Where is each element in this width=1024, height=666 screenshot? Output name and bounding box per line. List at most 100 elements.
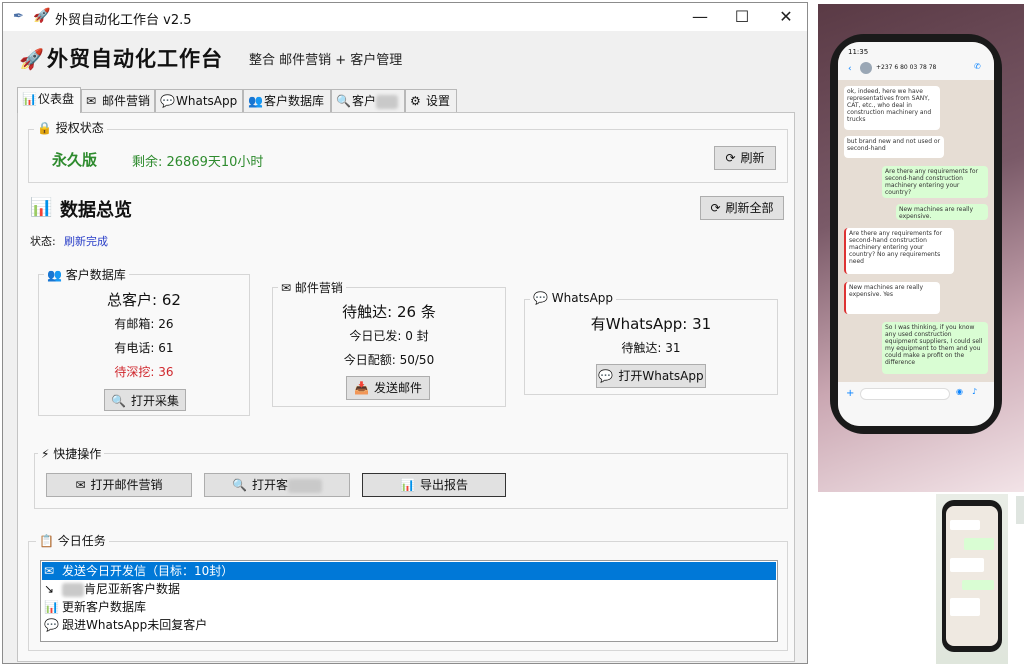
whatsapp-card-label: 💬 WhatsApp xyxy=(530,291,617,305)
phone-call-icon: ✆ xyxy=(974,62,981,71)
whatsapp-screen: 11:35 ‹ +237 6 80 03 78 78 ✆ ok, indeed,… xyxy=(838,42,994,426)
customers-to-mine: 待深挖: 36 xyxy=(114,365,174,379)
quick-actions-label: ⚡ 快捷操作 xyxy=(38,445,105,462)
chat-input-bar: + ◉ ♪ xyxy=(838,382,994,426)
plus-icon: + xyxy=(846,388,855,399)
users-icon: 👥 xyxy=(47,268,62,282)
chart-icon: 📊 xyxy=(400,478,415,492)
customer-db-label: 👥 客户数据库 xyxy=(44,266,129,283)
message-input xyxy=(860,388,950,400)
redacted-blur xyxy=(287,478,322,493)
chart-icon: 📊 xyxy=(44,600,59,614)
close-button[interactable]: ✕ xyxy=(763,3,807,31)
dashboard-panel: 🔒 授权状态 永久版 剩余: 26869天10小时 ⟳ 刷新 📊 数据总览 ⟳ 刷新… xyxy=(17,112,795,662)
phone-thumbnail xyxy=(936,494,1008,664)
chat-icon: 💬 xyxy=(533,291,548,305)
clipboard-icon: 📋 xyxy=(39,534,54,548)
envelope-icon: ✉ xyxy=(86,94,97,108)
refresh-icon: ⟳ xyxy=(710,201,721,215)
license-group-label: 🔒 授权状态 xyxy=(34,119,107,136)
chat-message: Are there any requirements for second-ha… xyxy=(844,228,954,274)
thumbnail-bubble xyxy=(950,598,980,616)
tab-email-marketing[interactable]: ✉ 邮件营销 xyxy=(81,89,155,112)
total-customers: 总客户: 62 xyxy=(107,291,181,309)
microphone-icon: ♪ xyxy=(972,387,978,396)
license-edition: 永久版 xyxy=(52,151,98,169)
tab-settings[interactable]: ⚙ 设置 xyxy=(405,89,457,112)
customers-with-email: 有邮箱: 26 xyxy=(114,317,174,331)
whatsapp-pending: 待触达: 31 xyxy=(621,341,681,355)
back-arrow-icon: ‹ xyxy=(848,64,852,74)
rocket-icon: 🚀 xyxy=(33,8,51,24)
tasks-list[interactable]: ✉ 发送今日开发信（目标：10封） ↘ 肯尼亚新客户数据 📊 更新客户数据库 💬 跟进W… xyxy=(40,560,778,642)
envelope-icon: ✉ xyxy=(281,281,292,295)
email-sent-today: 今日已发: 0 封 xyxy=(349,329,429,343)
search-icon: 🔍 xyxy=(111,394,126,408)
chat-message: Are there any requirements for second-ha… xyxy=(882,166,988,198)
email-pending: 待触达: 26 条 xyxy=(342,303,436,321)
window-title: 外贸自动化工作台 v2.5 xyxy=(55,13,192,28)
tab-whatsapp[interactable]: 💬WhatsApp xyxy=(155,89,243,112)
send-email-button[interactable]: 📥 发送邮件 xyxy=(346,376,430,400)
open-customer-button[interactable]: 🔍 打开客 xyxy=(204,473,350,497)
refresh-icon: ⟳ xyxy=(725,151,736,165)
export-report-button[interactable]: 📊 导出报告 xyxy=(362,473,506,497)
app-window: ✒ 🚀 外贸自动化工作台 v2.5 — ☐ ✕ 🚀 外贸自动化工作台 整合 邮件… xyxy=(2,2,808,664)
email-card-label: ✉ 邮件营销 xyxy=(278,279,346,296)
contact-number: +237 6 80 03 78 78 xyxy=(876,64,937,71)
tab-dashboard[interactable]: 📊仪表盘 xyxy=(17,87,81,113)
camera-icon: ◉ xyxy=(956,387,963,396)
chart-icon: 📊 xyxy=(22,92,37,106)
title-bar: ✒ 🚀 外贸自动化工作台 v2.5 — ☐ ✕ xyxy=(3,3,807,31)
redacted-blur xyxy=(376,94,399,109)
list-item[interactable]: ↘ 肯尼亚新客户数据 xyxy=(42,580,776,598)
license-remaining: 剩余: 26869天10小时 xyxy=(132,155,264,170)
gear-icon: ⚙ xyxy=(410,94,421,108)
chat-message: New machines are really expensive. xyxy=(896,204,988,220)
maximize-button[interactable]: ☐ xyxy=(719,3,765,31)
chat-icon: 💬 xyxy=(160,94,175,108)
inbox-icon: 📥 xyxy=(354,381,369,395)
search-icon: 🔍 xyxy=(232,478,247,492)
lightning-icon: ⚡ xyxy=(41,447,50,461)
tasks-label: 📋 今日任务 xyxy=(36,532,109,549)
tab-customer-search[interactable]: 🔍客户 xyxy=(331,89,405,112)
thumbnail-bubble xyxy=(950,558,984,572)
app-subtitle: 整合 邮件营销 + 客户管理 xyxy=(249,53,403,68)
redacted-blur xyxy=(62,582,84,597)
app-title: 外贸自动化工作台 xyxy=(47,47,223,71)
list-item[interactable]: 💬 跟进WhatsApp未回复客户 xyxy=(42,616,776,634)
list-item[interactable]: ✉ 发送今日开发信（目标：10封） xyxy=(42,562,776,580)
thumbnail-bubble xyxy=(962,580,994,590)
users-icon: 👥 xyxy=(248,94,263,108)
contact-avatar xyxy=(860,62,872,74)
overview-title: 数据总览 xyxy=(60,200,132,221)
status-label: 状态: xyxy=(30,235,56,248)
search-icon: 🔍 xyxy=(336,94,351,108)
license-refresh-button[interactable]: ⟳ 刷新 xyxy=(714,146,776,170)
trend-icon: ↘ xyxy=(44,582,55,596)
whatsapp-count: 有WhatsApp: 31 xyxy=(590,315,712,333)
chat-message: So I was thinking, if you know any used … xyxy=(882,322,988,374)
email-quota-today: 今日配额: 50/50 xyxy=(343,353,435,367)
phone-time: 11:35 xyxy=(848,48,869,56)
rocket-logo-icon: 🚀 xyxy=(19,47,44,71)
chat-icon: 💬 xyxy=(598,369,614,383)
thumbnail-bubble xyxy=(950,520,980,530)
minimize-button[interactable]: — xyxy=(677,3,723,31)
chat-message: but brand new and not used or second-han… xyxy=(844,136,944,158)
list-item[interactable]: 📊 更新客户数据库 xyxy=(42,598,776,616)
open-email-marketing-button[interactable]: ✉ 打开邮件营销 xyxy=(46,473,192,497)
refresh-all-button[interactable]: ⟳ 刷新全部 xyxy=(700,196,784,220)
status-value: 刷新完成 xyxy=(64,235,108,248)
open-collect-button[interactable]: 🔍 打开采集 xyxy=(104,389,186,411)
feather-icon: ✒ xyxy=(13,9,24,24)
edge-strip xyxy=(1016,496,1024,524)
envelope-icon: ✉ xyxy=(75,478,86,492)
customers-with-phone: 有电话: 61 xyxy=(114,341,174,355)
thumbnail-screen xyxy=(946,506,998,646)
open-whatsapp-button[interactable]: 💬 打开WhatsApp xyxy=(596,364,706,388)
lock-icon: 🔒 xyxy=(37,121,52,135)
overview-chart-icon: 📊 xyxy=(30,197,53,218)
tab-customer-db[interactable]: 👥客户数据库 xyxy=(243,89,331,112)
